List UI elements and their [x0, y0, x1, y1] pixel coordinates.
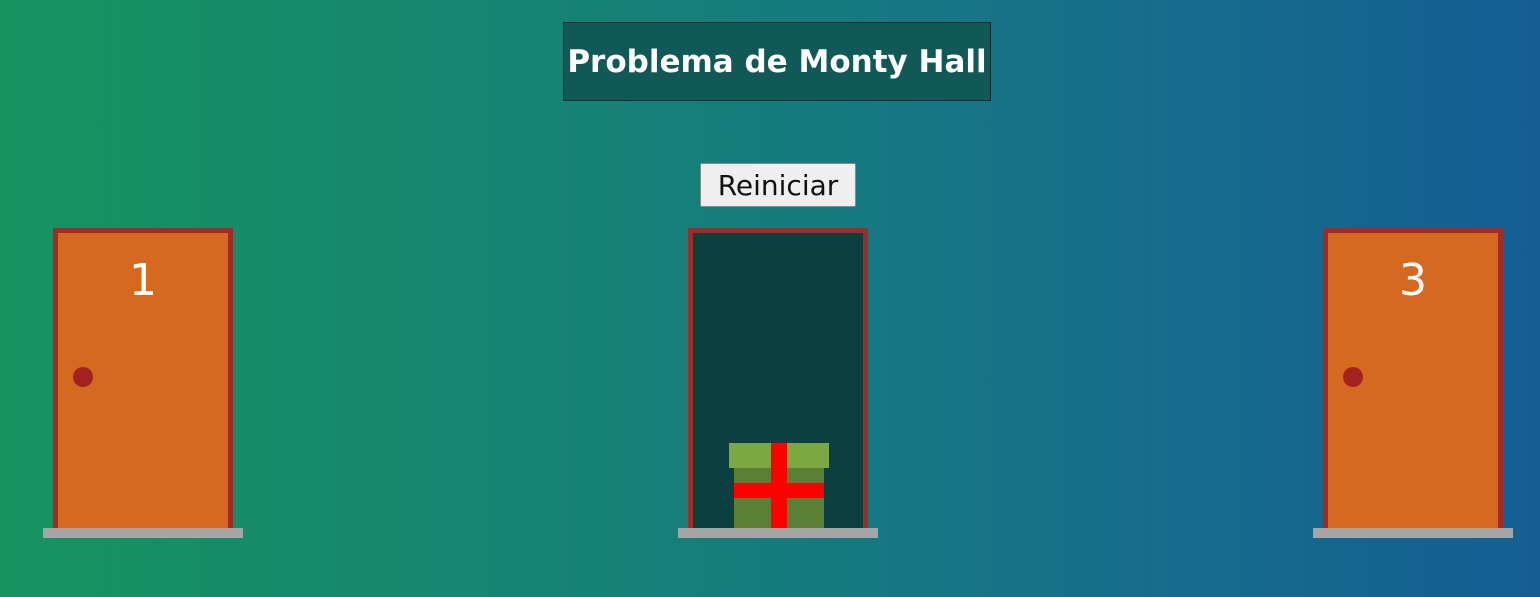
- door-1-container: 1: [43, 228, 243, 538]
- door-knob-icon: [73, 367, 93, 387]
- page-title: Problema de Monty Hall: [563, 22, 991, 101]
- door-number: 1: [129, 255, 157, 306]
- door-2-container: [678, 228, 878, 538]
- door-1[interactable]: 1: [53, 228, 233, 528]
- door-sill: [1313, 528, 1513, 538]
- gift-icon: [729, 443, 829, 528]
- reset-button[interactable]: Reiniciar: [700, 163, 856, 207]
- door-sill: [43, 528, 243, 538]
- door-number: 3: [1399, 255, 1427, 306]
- door-knob-icon: [1343, 367, 1363, 387]
- door-sill: [678, 528, 878, 538]
- door-3-container: 3: [1313, 228, 1513, 538]
- door-2[interactable]: [688, 228, 868, 528]
- door-3[interactable]: 3: [1323, 228, 1503, 528]
- gift-ribbon-vertical: [771, 443, 787, 528]
